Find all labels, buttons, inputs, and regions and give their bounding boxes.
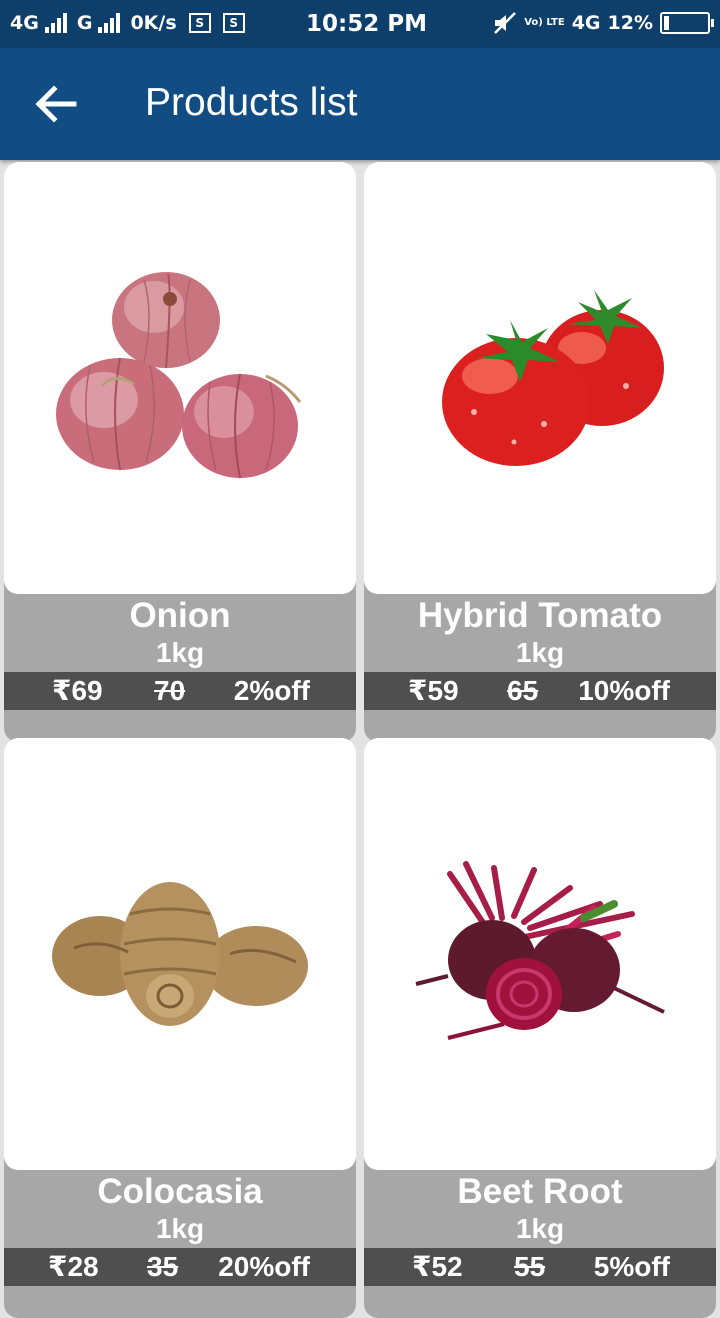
app-bar: Products list <box>0 48 720 160</box>
product-card-hybrid-tomato[interactable]: Hybrid Tomato 1kg ₹59 65 10%off <box>364 162 716 742</box>
price-strip: ₹59 65 10%off <box>364 672 716 710</box>
clock: 10:52 PM <box>306 11 427 37</box>
product-card-onion[interactable]: Onion 1kg ₹69 70 2%off <box>4 162 356 742</box>
original-price: 65 <box>507 675 539 706</box>
selling-price: ₹28 <box>48 1251 99 1282</box>
product-quantity: 1kg <box>155 637 205 668</box>
discount-label: 2%off <box>233 675 310 706</box>
network-type-2: G <box>76 12 93 34</box>
selling-price: ₹59 <box>408 675 459 706</box>
mute-icon <box>494 12 517 34</box>
data-speed: 0K/s <box>130 12 177 34</box>
signal-icon <box>44 13 67 33</box>
selling-price: ₹69 <box>52 675 103 706</box>
status-bar: 4G G 0K/s S S 10:52 PM Vo) LTE 4G 12% <box>0 0 720 48</box>
product-image-colocasia <box>4 738 356 1170</box>
product-image-tomato <box>364 162 716 594</box>
product-name: Beet Root <box>457 1172 623 1211</box>
status-left: 4G G 0K/s S S <box>10 12 245 34</box>
original-price: 70 <box>154 675 186 706</box>
status-right: Vo) LTE 4G 12% <box>493 12 714 34</box>
product-quantity: 1kg <box>515 637 565 668</box>
network-type-1: 4G <box>10 12 39 34</box>
discount-label: 20%off <box>218 1251 310 1282</box>
price-strip: ₹52 55 5%off <box>364 1248 716 1286</box>
discount-label: 10%off <box>578 675 670 706</box>
signal-icon-2 <box>98 13 121 33</box>
sim-icon-1: S <box>188 13 211 33</box>
product-name: Colocasia <box>97 1172 263 1211</box>
selling-price: ₹52 <box>412 1251 463 1282</box>
volte-icon: Vo) LTE <box>524 17 565 28</box>
product-image-beet-root <box>364 738 716 1170</box>
product-quantity: 1kg <box>155 1213 205 1244</box>
network-type-3: 4G <box>571 12 601 34</box>
product-name: Hybrid Tomato <box>417 596 663 635</box>
product-name: Onion <box>129 596 231 635</box>
battery-percent: 12% <box>607 12 653 34</box>
product-card-colocasia[interactable]: Colocasia 1kg ₹28 35 20%off <box>4 738 356 1318</box>
product-quantity: 1kg <box>515 1213 565 1244</box>
discount-label: 5%off <box>593 1251 670 1282</box>
page-title: Products list <box>145 81 358 124</box>
arrow-left-icon[interactable] <box>34 84 78 124</box>
original-price: 35 <box>147 1251 179 1282</box>
sim-icon-2: S <box>222 13 245 33</box>
product-image-onion <box>4 162 356 594</box>
price-strip: ₹28 35 20%off <box>4 1248 356 1286</box>
battery-icon <box>660 12 714 34</box>
original-price: 55 <box>514 1251 546 1282</box>
price-strip: ₹69 70 2%off <box>4 672 356 710</box>
product-card-beet-root[interactable]: Beet Root 1kg ₹52 55 5%off <box>364 738 716 1318</box>
